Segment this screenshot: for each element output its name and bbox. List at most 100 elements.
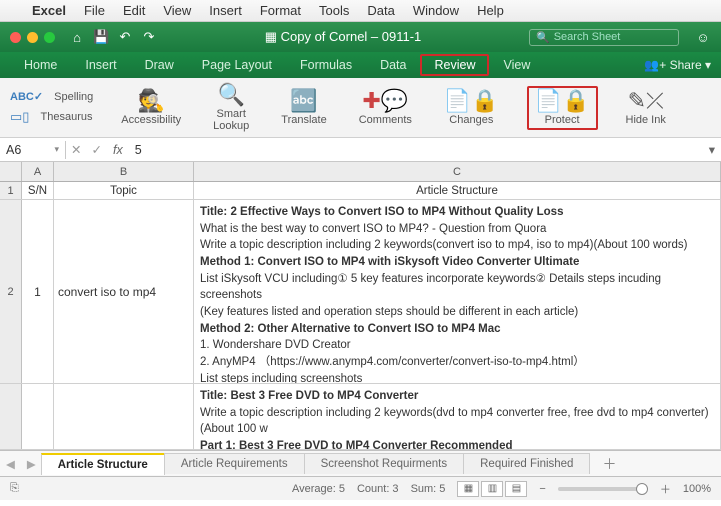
thesaurus-icon: ▭▯ — [10, 109, 29, 125]
search-sheet-input[interactable]: 🔍 Search Sheet — [529, 29, 679, 46]
cell-b2[interactable]: convert iso to mp4 — [54, 200, 194, 383]
expand-formula-icon[interactable]: ▾ — [703, 142, 721, 157]
menu-file[interactable]: File — [84, 3, 105, 18]
hide-ink-button[interactable]: ✎⤫Hide Ink — [622, 88, 670, 128]
col-header-a[interactable]: A — [22, 162, 54, 181]
zoom-in-button[interactable]: ＋ — [660, 481, 671, 497]
cell-c3[interactable]: Title: Best 3 Free DVD to MP4 ConverterW… — [194, 384, 721, 449]
home-icon[interactable]: ⌂ — [69, 30, 85, 45]
search-icon: 🔍 — [218, 84, 245, 106]
accessibility-icon: 🕵️ — [138, 90, 165, 112]
table-row: Title: Best 3 Free DVD to MP4 ConverterW… — [0, 384, 721, 450]
menu-view[interactable]: View — [163, 3, 191, 18]
macos-menu-bar: Excel File Edit View Insert Format Tools… — [0, 0, 721, 22]
lock-icon: 📄🔒 — [444, 90, 499, 112]
comments-button[interactable]: ✚💬Comments — [355, 88, 416, 128]
menu-format[interactable]: Format — [260, 3, 301, 18]
page-break-view-button[interactable]: ▤ — [505, 481, 527, 497]
row-header-1[interactable]: 1 — [0, 182, 22, 199]
save-icon[interactable]: 💾 — [93, 29, 109, 45]
menu-help[interactable]: Help — [477, 3, 504, 18]
search-icon: 🔍 — [536, 31, 550, 44]
protect-button[interactable]: 📄🔒Protect — [527, 86, 598, 130]
menu-window[interactable]: Window — [413, 3, 459, 18]
excel-doc-icon: ▦ — [265, 29, 281, 44]
row-header-3[interactable] — [0, 384, 22, 449]
cell-b3[interactable] — [54, 384, 194, 449]
zoom-level[interactable]: 100% — [683, 483, 711, 495]
window-titlebar: ⌂ 💾 ↶ ↷ ▦ Copy of Cornel – 0911-1 🔍 Sear… — [0, 22, 721, 52]
cell-a2[interactable]: 1 — [22, 200, 54, 383]
column-headers: A B C — [0, 162, 721, 182]
zoom-button[interactable] — [44, 32, 55, 43]
row-header-2[interactable]: 2 — [0, 200, 22, 383]
status-sum: Sum: 5 — [411, 483, 446, 495]
accessibility-button[interactable]: 🕵️Accessibility — [117, 88, 185, 128]
tab-formulas[interactable]: Formulas — [286, 54, 366, 76]
sheet-tab-required-finished[interactable]: Required Finished — [463, 453, 590, 474]
redo-icon[interactable]: ↷ — [141, 29, 157, 45]
thesaurus-button[interactable]: ▭▯ Thesaurus — [10, 109, 93, 125]
fx-icon[interactable]: fx — [107, 143, 129, 157]
col-header-c[interactable]: C — [194, 162, 721, 181]
formula-input[interactable]: 5 — [129, 143, 703, 157]
tab-view[interactable]: View — [489, 54, 544, 76]
menu-tools[interactable]: Tools — [319, 3, 349, 18]
hide-ink-icon: ✎⤫ — [628, 90, 664, 112]
enter-formula-icon[interactable]: ✓ — [86, 142, 106, 157]
changes-button[interactable]: 📄🔒Changes — [440, 88, 503, 128]
smart-lookup-button[interactable]: 🔍Smart Lookup — [209, 82, 253, 134]
table-row: 1 S/N Topic Article Structure — [0, 182, 721, 200]
customize-status-icon[interactable]: ⎘ — [10, 482, 19, 495]
tab-home[interactable]: Home — [10, 54, 71, 76]
sheet-tab-article-structure[interactable]: Article Structure — [41, 453, 165, 475]
zoom-slider[interactable] — [558, 487, 648, 491]
add-sheet-button[interactable]: ＋ — [590, 454, 628, 474]
cell-c2[interactable]: Title: 2 Effective Ways to Convert ISO t… — [194, 200, 721, 383]
window-controls — [10, 32, 55, 43]
select-all-corner[interactable] — [0, 162, 22, 181]
tab-draw[interactable]: Draw — [131, 54, 188, 76]
tab-data[interactable]: Data — [366, 54, 420, 76]
menu-edit[interactable]: Edit — [123, 3, 145, 18]
sheet-nav-next-icon[interactable]: ▶ — [21, 457, 42, 471]
cell-c1[interactable]: Article Structure — [194, 182, 721, 199]
menu-insert[interactable]: Insert — [209, 3, 242, 18]
sheet-nav-prev-icon[interactable]: ◀ — [0, 457, 21, 471]
share-button[interactable]: 👥+ Share ▾ — [644, 58, 711, 72]
ribbon-tabs: Home Insert Draw Page Layout Formulas Da… — [0, 52, 721, 78]
col-header-b[interactable]: B — [54, 162, 194, 181]
cell-a1[interactable]: S/N — [22, 182, 54, 199]
document-title: ▦ Copy of Cornel – 0911-1 — [165, 29, 521, 45]
sheet-tab-screenshot-requirments[interactable]: Screenshot Requirments — [304, 453, 465, 474]
status-average: Average: 5 — [292, 483, 345, 495]
table-row: 2 1 convert iso to mp4 Title: 2 Effectiv… — [0, 200, 721, 384]
feedback-icon[interactable]: ☺ — [695, 30, 711, 45]
sheet-tab-article-requirements[interactable]: Article Requirements — [164, 453, 305, 474]
cancel-formula-icon[interactable]: ✕ — [66, 142, 86, 157]
comment-icon: ✚💬 — [362, 90, 408, 112]
page-layout-view-button[interactable]: ▥ — [481, 481, 503, 497]
menu-excel[interactable]: Excel — [32, 3, 66, 18]
tab-page-layout[interactable]: Page Layout — [188, 54, 286, 76]
normal-view-button[interactable]: ▦ — [457, 481, 479, 497]
status-count: Count: 3 — [357, 483, 399, 495]
name-box[interactable]: A6▾ — [0, 141, 66, 159]
spreadsheet-grid: 1 S/N Topic Article Structure 2 1 conver… — [0, 182, 721, 450]
sheet-tab-bar: ◀ ▶ Article Structure Article Requiremen… — [0, 450, 721, 476]
minimize-button[interactable] — [27, 32, 38, 43]
undo-icon[interactable]: ↶ — [117, 29, 133, 45]
formula-bar: A6▾ ✕ ✓ fx 5 ▾ — [0, 138, 721, 162]
ribbon: ABC✓ Spelling ▭▯ Thesaurus 🕵️Accessibili… — [0, 78, 721, 138]
menu-data[interactable]: Data — [367, 3, 394, 18]
tab-insert[interactable]: Insert — [71, 54, 130, 76]
translate-button[interactable]: 🔤Translate — [277, 88, 330, 128]
cell-a3[interactable] — [22, 384, 54, 449]
translate-icon: 🔤 — [290, 90, 317, 112]
tab-review[interactable]: Review — [420, 54, 489, 76]
zoom-out-button[interactable]: − — [539, 483, 545, 495]
close-button[interactable] — [10, 32, 21, 43]
cell-b1[interactable]: Topic — [54, 182, 194, 199]
spelling-button[interactable]: ABC✓ Spelling — [10, 90, 93, 103]
protect-icon: 📄🔒 — [535, 90, 590, 112]
